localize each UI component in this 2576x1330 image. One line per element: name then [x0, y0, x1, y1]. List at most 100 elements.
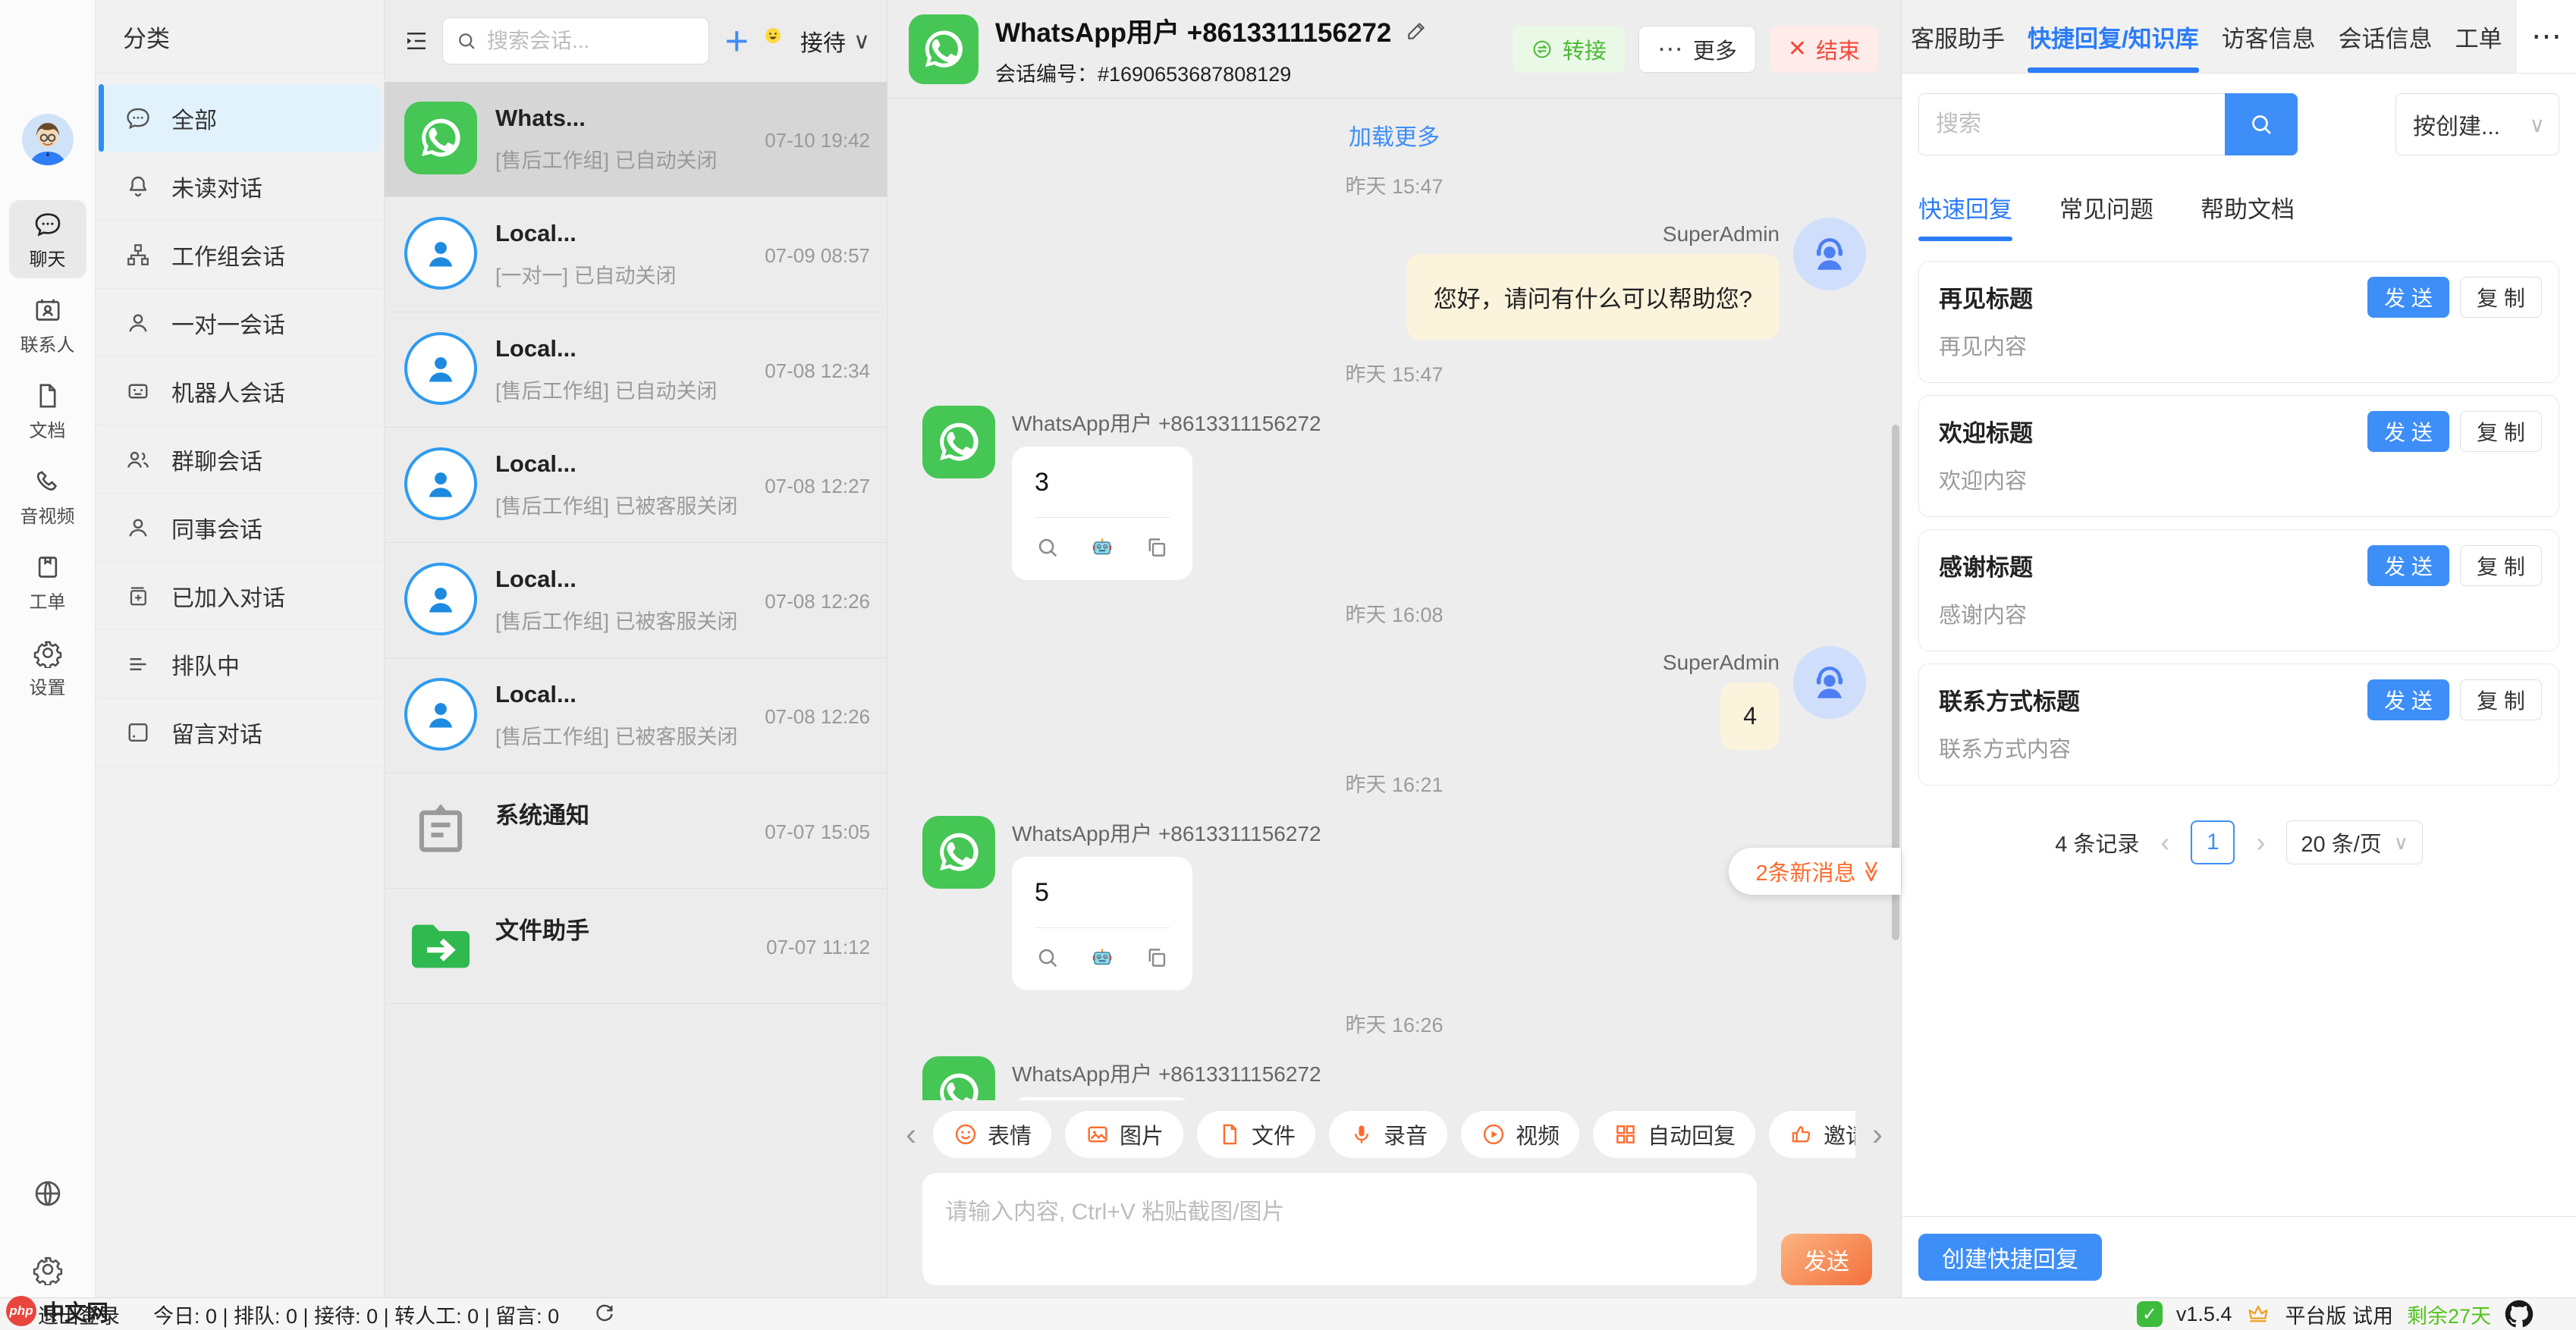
agent-avatar [1793, 646, 1866, 719]
category-item-all[interactable]: 全部 [99, 84, 381, 152]
category-item-unread[interactable]: 未读对话 [96, 152, 384, 221]
send-quick-reply-button[interactable]: 发 送 [2367, 545, 2449, 586]
conversation-row-local[interactable]: Local... [售后工作组] 已被客服关闭 07-08 12:27 [385, 428, 887, 543]
copy-icon[interactable] [1144, 945, 1170, 971]
send-quick-reply-button[interactable]: 发 送 [2367, 679, 2449, 720]
copy-quick-reply-button[interactable]: 复 制 [2460, 545, 2542, 586]
load-more-link[interactable]: 加载更多 [922, 118, 1866, 152]
subtab-help-docs[interactable]: 帮助文档 [2201, 190, 2295, 241]
sort-dropdown[interactable]: 按创建... ∨ [2395, 93, 2559, 155]
magnifier-icon[interactable] [1035, 535, 1060, 560]
tab-ticket[interactable]: 工单 [2455, 0, 2502, 73]
subtab-quick-reply[interactable]: 快速回复 [1918, 190, 2012, 241]
message-input[interactable] [922, 1173, 1757, 1285]
category-item-message[interactable]: 留言对话 [96, 698, 384, 767]
file-button[interactable]: 文件 [1197, 1111, 1315, 1158]
new-messages-badge[interactable]: 2条新消息 ≫ [1729, 848, 1901, 895]
person-avatar [404, 217, 477, 290]
category-item-robot[interactable]: 机器人会话 [96, 357, 384, 425]
chevron-left-icon[interactable]: ‹ [900, 1116, 922, 1153]
send-quick-reply-button[interactable]: 发 送 [2367, 411, 2449, 452]
edit-pencil-icon[interactable] [1405, 18, 1429, 42]
reception-status-dropdown[interactable]: 接待 ∨ [764, 24, 870, 58]
sidebar-item-chat[interactable]: 聊天 [9, 200, 86, 278]
subtab-faq[interactable]: 常见问题 [2059, 190, 2153, 241]
category-item-joined[interactable]: 已加入对话 [96, 562, 384, 630]
chevron-right-icon[interactable]: › [1866, 1116, 1889, 1153]
collapse-list-icon[interactable] [403, 27, 430, 55]
chat-panel: WhatsApp用户 +8613311156272 会话编号：#16906536… [887, 0, 1901, 1297]
conversation-search-input[interactable] [487, 29, 696, 53]
sidebar-item-label: 音视频 [20, 501, 75, 528]
conversation-row-whatsapp[interactable]: Whats... [售后工作组] 已自动关闭 07-10 19:42 [385, 82, 887, 197]
user-message: WhatsApp用户 +8613311156272 6 [922, 1056, 1866, 1100]
globe-icon[interactable] [32, 1178, 64, 1209]
more-button[interactable]: ⋯更多 [1638, 26, 1756, 73]
copy-icon[interactable] [1144, 535, 1170, 560]
transfer-button[interactable]: 转接 [1513, 26, 1625, 73]
quick-reply-card: 欢迎标题 欢迎内容 发 送 复 制 [1918, 395, 2559, 517]
conversation-row-local[interactable]: Local... [售后工作组] 已被客服关闭 07-08 12:26 [385, 658, 887, 773]
agent-avatar [1793, 218, 1866, 290]
page-size-dropdown[interactable]: 20 条/页∨ [2286, 820, 2422, 864]
category-item-group[interactable]: 群聊会话 [96, 425, 384, 494]
session-id: 会话编号：#1690653687808129 [995, 58, 1429, 87]
page-number[interactable]: 1 [2191, 820, 2235, 864]
double-chevron-down-icon: ≫ [1859, 860, 1884, 882]
emoji-button[interactable]: 表情 [933, 1111, 1051, 1158]
invite-review-button[interactable]: 邀请评价 [1769, 1111, 1855, 1158]
add-conversation-button[interactable]: + [721, 20, 752, 61]
right-panel: 客服助手 快捷回复/知识库 访客信息 会话信息 工单 流转过程 ⋯ 按创建...… [1901, 0, 2576, 1297]
sidebar-item-av[interactable]: 音视频 [9, 457, 86, 535]
conversation-row-local[interactable]: Local... [一对一] 已自动关闭 07-09 08:57 [385, 197, 887, 312]
sidebar-item-contacts[interactable]: 联系人 [9, 286, 86, 364]
image-button[interactable]: 图片 [1065, 1111, 1183, 1158]
category-item-one-to-one[interactable]: 一对一会话 [96, 289, 384, 357]
kb-search-input[interactable] [1936, 111, 2208, 137]
copy-quick-reply-button[interactable]: 复 制 [2460, 411, 2542, 452]
user-name: WhatsApp用户 +8613311156272 [1012, 817, 1321, 848]
robot-icon[interactable] [1089, 945, 1115, 971]
user-avatar[interactable] [22, 114, 74, 165]
tab-visitor-info[interactable]: 访客信息 [2222, 0, 2316, 73]
send-button[interactable]: 发送 [1781, 1234, 1872, 1285]
kb-search-field[interactable] [1918, 93, 2225, 155]
copy-quick-reply-button[interactable]: 复 制 [2460, 277, 2542, 318]
tab-quick-reply-kb[interactable]: 快捷回复/知识库 [2028, 0, 2199, 73]
auto-reply-button[interactable]: 自动回复 [1593, 1111, 1755, 1158]
page-prev-button[interactable]: ‹ [2160, 827, 2169, 858]
kb-search-button[interactable] [2225, 93, 2298, 155]
voice-button[interactable]: 录音 [1329, 1111, 1447, 1158]
conversation-row-system[interactable]: 系统通知 07-07 15:05 [385, 773, 887, 889]
conversation-search[interactable] [442, 17, 709, 64]
robot-icon[interactable] [1089, 535, 1115, 560]
conversation-row-file-helper[interactable]: 文件助手 07-07 11:12 [385, 889, 887, 1004]
refresh-icon[interactable] [592, 1302, 617, 1326]
category-item-workgroup[interactable]: 工作组会话 [96, 221, 384, 289]
search-icon [2248, 111, 2275, 138]
tab-session-info[interactable]: 会话信息 [2339, 0, 2433, 73]
category-item-queue[interactable]: 排队中 [96, 630, 384, 698]
video-button[interactable]: 视频 [1461, 1111, 1579, 1158]
page-next-button[interactable]: › [2256, 827, 2265, 858]
conversation-row-local[interactable]: Local... [售后工作组] 已被客服关闭 07-08 12:26 [385, 543, 887, 658]
conversation-row-local[interactable]: Local... [售后工作组] 已自动关闭 07-08 12:34 [385, 312, 887, 428]
github-icon[interactable] [2505, 1300, 2534, 1328]
whatsapp-avatar [909, 14, 979, 84]
panel-more-button[interactable]: ⋯ [2517, 0, 2576, 73]
agent-name: SuperAdmin [1663, 651, 1780, 675]
end-session-button[interactable]: ✕结束 [1770, 26, 1878, 73]
person-avatar [404, 332, 477, 405]
copy-quick-reply-button[interactable]: 复 制 [2460, 679, 2542, 720]
sidebar-item-settings[interactable]: 设置 [9, 629, 86, 707]
tab-assistant[interactable]: 客服助手 [1911, 0, 2005, 73]
create-quick-reply-button[interactable]: 创建快捷回复 [1918, 1234, 2102, 1281]
conversation-time: 07-09 08:57 [765, 244, 870, 268]
sidebar-item-docs[interactable]: 文档 [9, 372, 86, 450]
send-quick-reply-button[interactable]: 发 送 [2367, 277, 2449, 318]
category-item-colleague[interactable]: 同事会话 [96, 494, 384, 562]
gear-icon[interactable] [32, 1253, 64, 1285]
message-list: 加载更多 昨天 15:47 SuperAdmin 您好，请问有什么可以帮助您? … [887, 99, 1901, 1100]
sidebar-item-tickets[interactable]: 工单 [9, 543, 86, 621]
magnifier-icon[interactable] [1035, 945, 1060, 971]
